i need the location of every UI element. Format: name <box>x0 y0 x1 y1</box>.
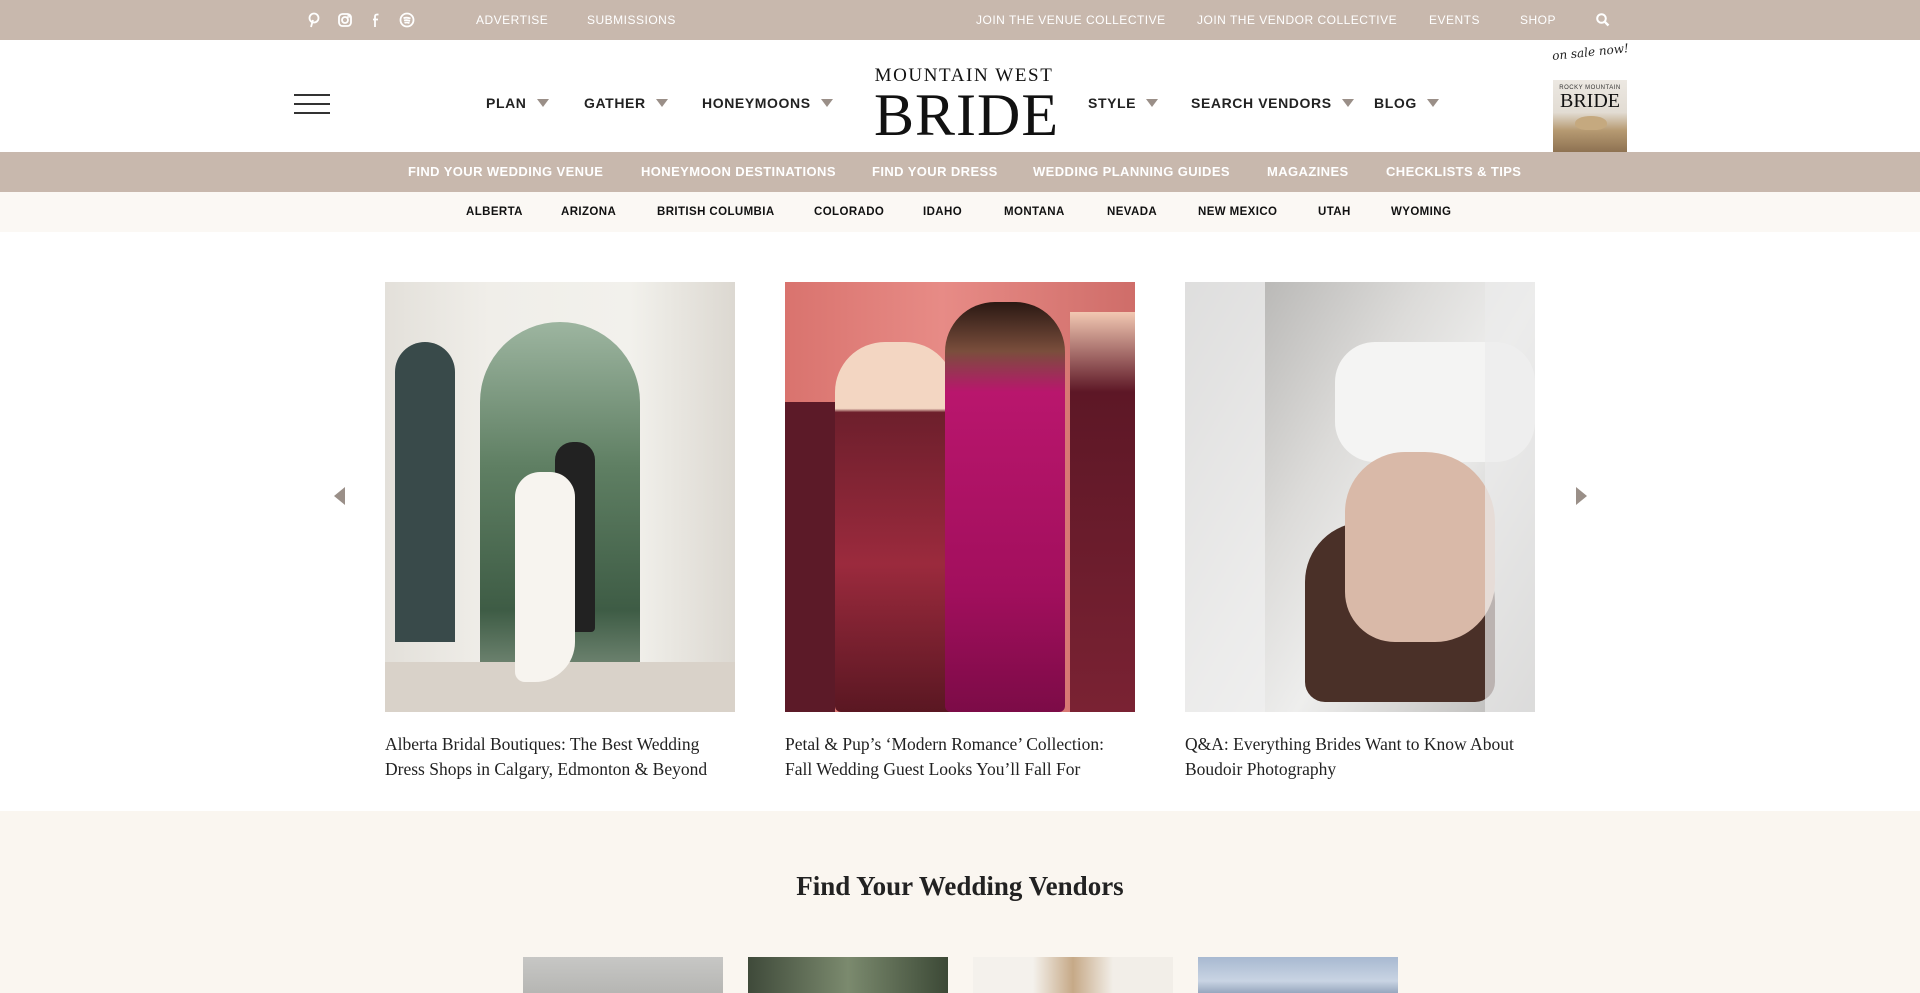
vendors-section: Find Your Wedding Vendors <box>0 811 1920 993</box>
state-nevada[interactable]: NEVADA <box>1107 192 1157 232</box>
article-title[interactable]: Q&A: Everything Brides Want to Know Abou… <box>1185 732 1535 782</box>
carousel-prev-arrow-icon[interactable] <box>334 487 345 505</box>
state-wyoming[interactable]: WYOMING <box>1391 192 1451 232</box>
state-arizona[interactable]: ARIZONA <box>561 192 616 232</box>
article-image-boudoir[interactable] <box>1185 282 1535 712</box>
state-new-mexico[interactable]: NEW MEXICO <box>1198 192 1277 232</box>
advertise-link[interactable]: ADVERTISE <box>476 0 548 40</box>
vendor-category-image[interactable] <box>523 957 723 993</box>
caret-down-icon <box>536 99 549 107</box>
caret-down-icon <box>1426 99 1439 107</box>
category-find-venue[interactable]: FIND YOUR WEDDING VENUE <box>408 152 603 192</box>
state-alberta[interactable]: ALBERTA <box>466 192 523 232</box>
shop-link[interactable]: SHOP <box>1520 0 1556 40</box>
nav-search-vendors-label: SEARCH VENDORS <box>1191 95 1332 111</box>
logo-main-text: BRIDE <box>874 82 1059 148</box>
promo-tagline: on sale now! <box>1551 41 1630 64</box>
nav-blog[interactable]: BLOG <box>1374 93 1439 113</box>
join-venue-collective-link[interactable]: JOIN THE VENUE COLLECTIVE <box>976 0 1166 40</box>
article-image-guest-dresses[interactable] <box>785 282 1135 712</box>
social-links <box>305 0 415 40</box>
nav-plan-label: PLAN <box>486 95 527 111</box>
caret-down-icon <box>655 99 668 107</box>
category-magazines[interactable]: MAGAZINES <box>1267 152 1349 192</box>
nav-search-vendors[interactable]: SEARCH VENDORS <box>1191 93 1354 113</box>
state-utah[interactable]: UTAH <box>1318 192 1351 232</box>
state-colorado[interactable]: COLORADO <box>814 192 884 232</box>
magazine-cover-image[interactable]: ROCKY MOUNTAIN BRIDE <box>1553 80 1627 152</box>
article-title[interactable]: Petal & Pup’s ‘Modern Romance’ Collectio… <box>785 732 1135 782</box>
nav-honeymoons[interactable]: HONEYMOONS <box>702 93 833 113</box>
cowboy-hat-graphic <box>1575 116 1607 130</box>
magazine-promo[interactable]: on sale now! ROCKY MOUNTAIN BRIDE <box>1550 41 1630 152</box>
hamburger-menu-icon[interactable] <box>294 94 330 114</box>
events-link[interactable]: EVENTS <box>1429 0 1480 40</box>
nav-gather-label: GATHER <box>584 95 646 111</box>
top-utility-bar: ADVERTISE SUBMISSIONS JOIN THE VENUE COL… <box>0 0 1920 40</box>
vendor-category-image[interactable] <box>1198 957 1398 993</box>
nav-style-label: STYLE <box>1088 95 1137 111</box>
carousel-card[interactable]: Petal & Pup’s ‘Modern Romance’ Collectio… <box>785 282 1135 782</box>
category-checklists-tips[interactable]: CHECKLISTS & TIPS <box>1386 152 1521 192</box>
article-title[interactable]: Alberta Bridal Boutiques: The Best Weddi… <box>385 732 735 782</box>
submissions-link[interactable]: SUBMISSIONS <box>587 0 676 40</box>
caret-down-icon <box>820 99 833 107</box>
carousel-card[interactable]: Alberta Bridal Boutiques: The Best Weddi… <box>385 282 735 782</box>
site-header: PLAN GATHER HONEYMOONS MOUNTAIN WEST BRI… <box>0 40 1920 152</box>
caret-down-icon <box>1341 99 1354 107</box>
vendors-section-title: Find Your Wedding Vendors <box>796 871 1124 901</box>
spotify-icon[interactable] <box>398 12 415 29</box>
state-montana[interactable]: MONTANA <box>1004 192 1065 232</box>
state-bar: ALBERTA ARIZONA BRITISH COLUMBIA COLORAD… <box>0 192 1920 232</box>
caret-down-icon <box>1146 99 1159 107</box>
category-planning-guides[interactable]: WEDDING PLANNING GUIDES <box>1033 152 1230 192</box>
nav-gather[interactable]: GATHER <box>584 93 668 113</box>
state-idaho[interactable]: IDAHO <box>923 192 962 232</box>
article-image-bride-groom[interactable] <box>385 282 735 712</box>
nav-style[interactable]: STYLE <box>1088 93 1159 113</box>
state-british-columbia[interactable]: BRITISH COLUMBIA <box>657 192 775 232</box>
category-find-dress[interactable]: FIND YOUR DRESS <box>872 152 998 192</box>
vendor-category-image[interactable] <box>973 957 1173 993</box>
nav-blog-label: BLOG <box>1374 95 1417 111</box>
join-vendor-collective-link[interactable]: JOIN THE VENDOR COLLECTIVE <box>1197 0 1397 40</box>
site-logo[interactable]: MOUNTAIN WEST BRIDE <box>874 65 1059 148</box>
pinterest-icon[interactable] <box>305 12 322 29</box>
facebook-icon[interactable] <box>367 12 384 29</box>
category-honeymoon-destinations[interactable]: HONEYMOON DESTINATIONS <box>641 152 836 192</box>
carousel-next-arrow-icon[interactable] <box>1576 487 1587 505</box>
instagram-icon[interactable] <box>336 12 353 29</box>
category-bar: FIND YOUR WEDDING VENUE HONEYMOON DESTIN… <box>0 152 1920 192</box>
nav-plan[interactable]: PLAN <box>486 93 549 113</box>
vendor-category-image[interactable] <box>748 957 948 993</box>
search-icon[interactable] <box>1595 12 1611 28</box>
carousel-card[interactable]: Q&A: Everything Brides Want to Know Abou… <box>1185 282 1535 782</box>
cover-title: BRIDE <box>1560 90 1620 112</box>
nav-honeymoons-label: HONEYMOONS <box>702 95 811 111</box>
